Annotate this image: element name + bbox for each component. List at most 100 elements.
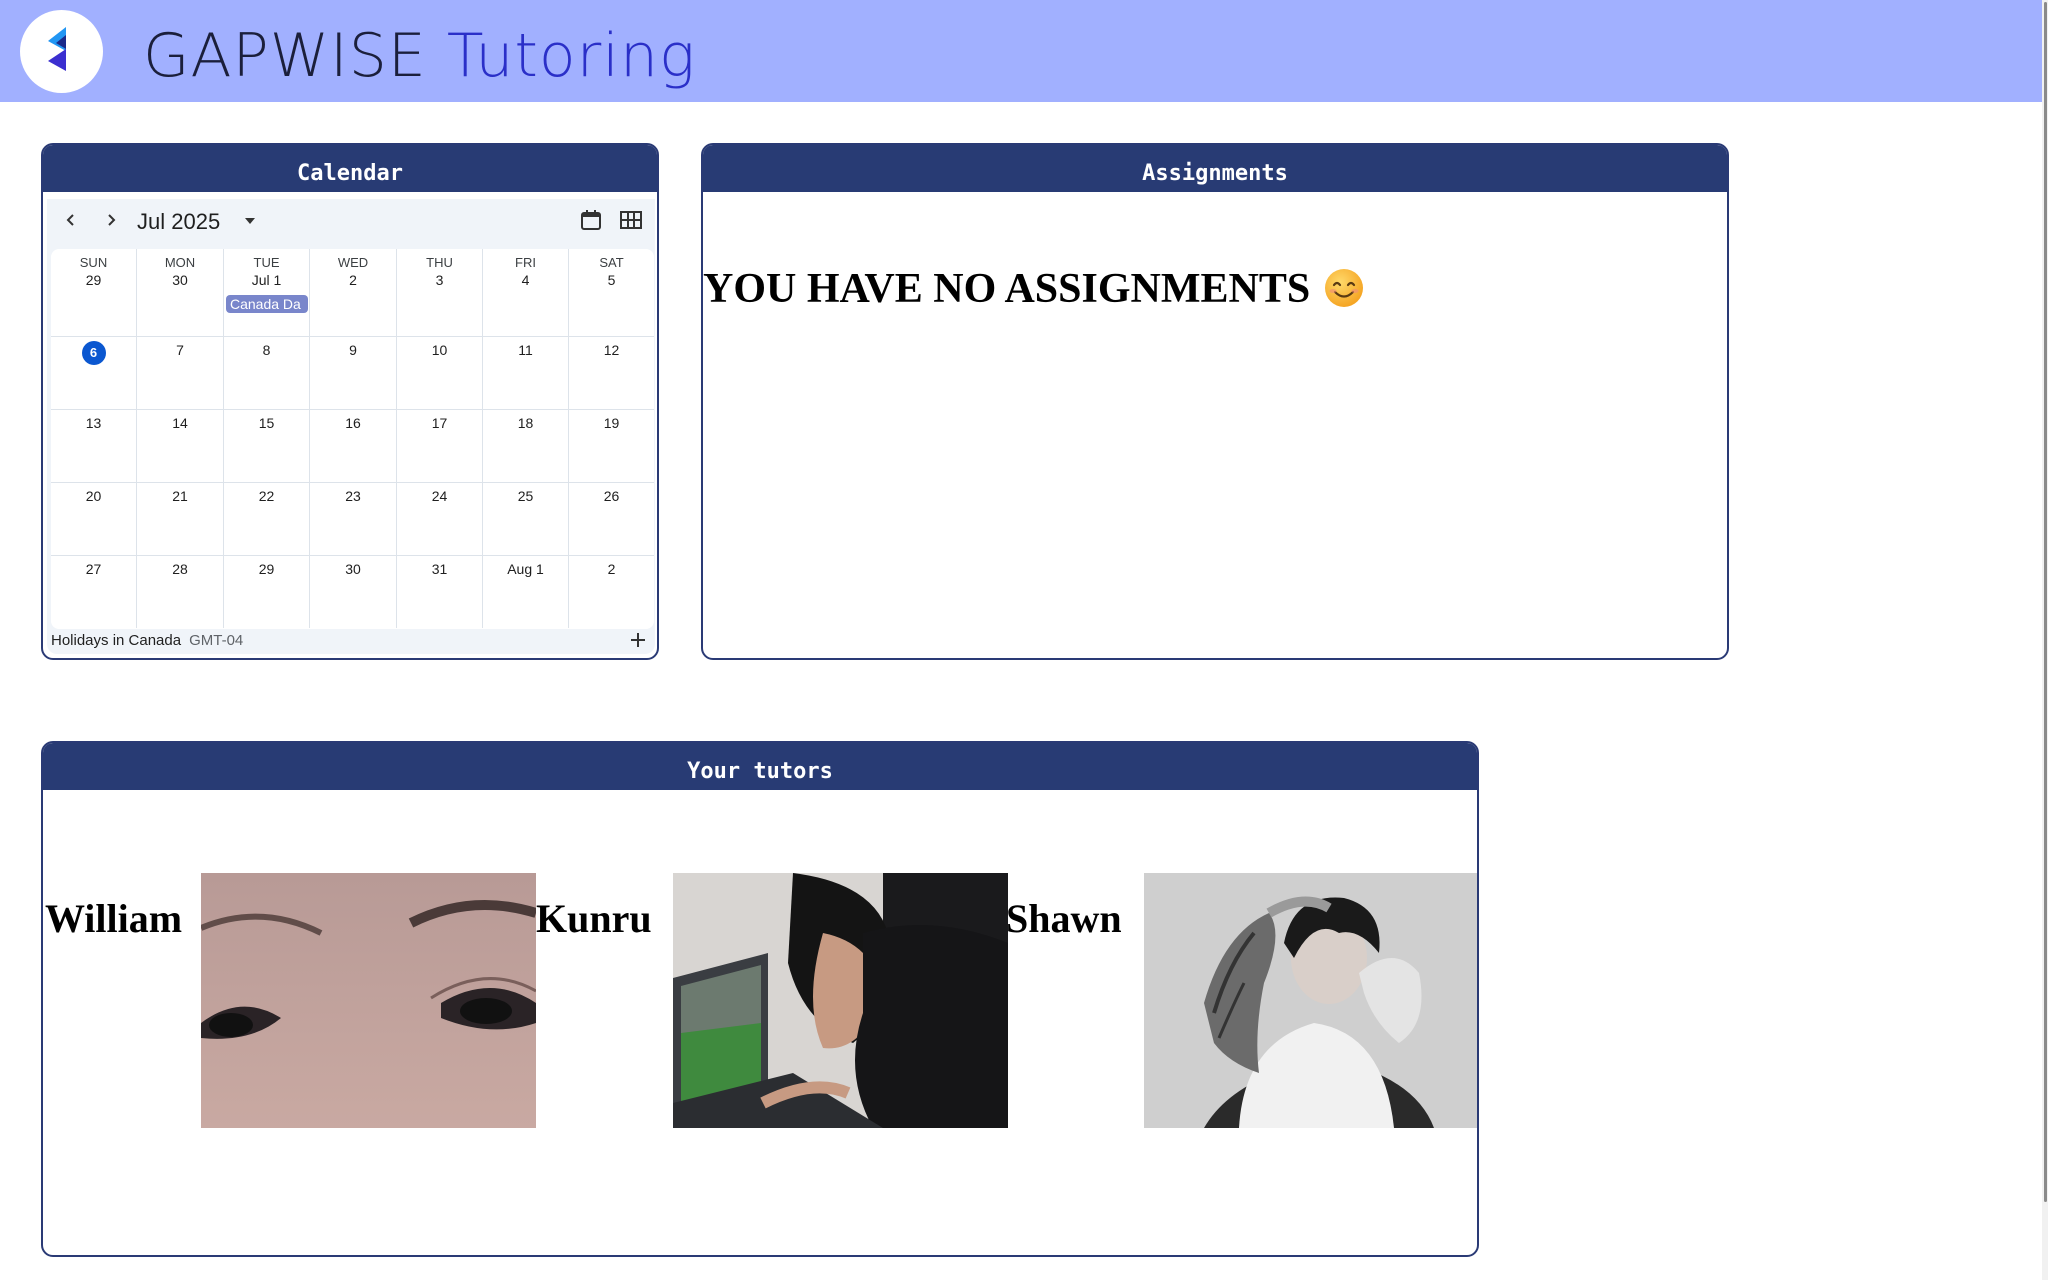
day-cell[interactable]: 7: [137, 337, 224, 410]
day-cell[interactable]: 24: [397, 483, 483, 556]
month-grid-view-button[interactable]: [620, 209, 646, 235]
weekday-label: MON: [164, 255, 196, 270]
day-cell[interactable]: FRI 4: [483, 249, 569, 337]
weekday-label: TUE: [253, 255, 280, 270]
day-cell[interactable]: SAT 5: [569, 249, 654, 337]
month-grid: SUN 29 MON 30 TUE Jul 1 Canada Da WED 2 …: [51, 249, 654, 629]
logo[interactable]: [20, 10, 103, 93]
day-cell[interactable]: THU 3: [397, 249, 483, 337]
brand-word-2: Tutoring: [446, 21, 696, 91]
day-cell[interactable]: TUE Jul 1 Canada Da: [224, 249, 310, 337]
calendar-panel-title: Calendar: [43, 145, 657, 192]
day-number: 19: [603, 415, 620, 431]
page-scrollbar[interactable]: [2042, 0, 2048, 1280]
grid-icon: [620, 211, 642, 229]
tutor-name: Kunru: [536, 896, 652, 941]
calendar-view-button[interactable]: [580, 209, 606, 235]
day-cell[interactable]: 28: [137, 556, 224, 628]
day-cell[interactable]: 13: [51, 410, 137, 483]
timezone-label: GMT-04: [189, 632, 244, 649]
tutor-photo[interactable]: [673, 873, 1008, 1128]
day-cell[interactable]: 8: [224, 337, 310, 410]
day-cell[interactable]: SUN 29: [51, 249, 137, 337]
tutor-name: Shawn: [1006, 896, 1122, 941]
day-cell[interactable]: 23: [310, 483, 397, 556]
day-cell[interactable]: 30: [310, 556, 397, 628]
no-assignments-message: YOU HAVE NO ASSIGNMENTS: [703, 265, 1364, 313]
weekday-label: WED: [337, 255, 369, 270]
add-calendar-button[interactable]: [629, 627, 647, 653]
day-cell[interactable]: 6: [51, 337, 137, 410]
day-cell[interactable]: 12: [569, 337, 654, 410]
day-number: 10: [431, 342, 448, 358]
day-number: 9: [349, 342, 357, 358]
day-number: 7: [176, 342, 184, 358]
month-selector[interactable]: Jul 2025: [137, 207, 220, 237]
day-cell[interactable]: 21: [137, 483, 224, 556]
day-cell[interactable]: 14: [137, 410, 224, 483]
tutors-panel-title: Your tutors: [43, 743, 1477, 790]
tutors-panel: Your tutors William Kunru Shawn: [41, 741, 1479, 1257]
day-cell[interactable]: 22: [224, 483, 310, 556]
day-cell[interactable]: 16: [310, 410, 397, 483]
day-cell[interactable]: 31: [397, 556, 483, 628]
day-number: 30: [345, 561, 361, 577]
day-number: 15: [258, 415, 275, 431]
day-number: 16: [345, 415, 361, 431]
day-cell[interactable]: 18: [483, 410, 569, 483]
day-number: 26: [603, 488, 620, 504]
tutor-photo[interactable]: [1144, 873, 1477, 1128]
day-number: 2: [607, 561, 616, 577]
day-cell[interactable]: 27: [51, 556, 137, 628]
weekday-label: SUN: [79, 255, 108, 270]
day-cell[interactable]: 17: [397, 410, 483, 483]
assignments-panel-title: Assignments: [703, 145, 1727, 192]
day-cell[interactable]: 25: [483, 483, 569, 556]
tutor-photo[interactable]: [201, 873, 536, 1128]
day-cell[interactable]: 26: [569, 483, 654, 556]
day-number: 12: [603, 342, 620, 358]
tutor-photo-image: [201, 873, 536, 1128]
calendar-toolbar: Jul 2025: [47, 199, 655, 245]
day-number: 28: [172, 561, 188, 577]
scrollbar-thumb[interactable]: [2044, 2, 2047, 1202]
day-number: 18: [517, 415, 534, 431]
caret-down-icon[interactable]: [245, 218, 255, 224]
day-number: 22: [258, 488, 275, 504]
day-number: 27: [85, 561, 102, 577]
day-number: 21: [172, 488, 188, 504]
day-cell[interactable]: 29: [224, 556, 310, 628]
next-month-button[interactable]: [97, 207, 125, 235]
tutor-photo-image: [673, 873, 1008, 1128]
brand-title: GAPWISE Tutoring: [143, 16, 696, 96]
top-bar: GAPWISE Tutoring: [0, 0, 2048, 102]
day-cell[interactable]: 9: [310, 337, 397, 410]
calendar-icon: [581, 210, 601, 230]
weekday-label: THU: [426, 255, 453, 270]
assignments-panel: Assignments YOU HAVE NO ASSIGNMENTS: [701, 143, 1729, 660]
chevron-left-icon: [66, 214, 74, 226]
weekday-label: FRI: [515, 255, 536, 270]
day-number: 29: [258, 561, 275, 577]
day-cell[interactable]: 19: [569, 410, 654, 483]
day-number: 24: [431, 488, 448, 504]
today-marker: 6: [81, 341, 106, 365]
day-cell[interactable]: MON 30: [137, 249, 224, 337]
day-number: 8: [262, 342, 271, 358]
day-cell[interactable]: 2: [569, 556, 654, 628]
event-chip[interactable]: Canada Da: [226, 295, 308, 313]
tutor-name: William: [45, 896, 183, 941]
calendar-panel: Calendar Jul 2025 SUN 29 MON 30 TUE Jul …: [41, 143, 659, 660]
day-cell[interactable]: 11: [483, 337, 569, 410]
day-cell[interactable]: 10: [397, 337, 483, 410]
day-number: Jul 1: [251, 272, 282, 288]
day-cell[interactable]: 20: [51, 483, 137, 556]
plus-icon: [631, 633, 645, 647]
prev-month-button[interactable]: [57, 207, 85, 235]
day-cell[interactable]: WED 2: [310, 249, 397, 337]
day-cell[interactable]: 15: [224, 410, 310, 483]
day-number: 5: [607, 272, 616, 288]
day-cell[interactable]: Aug 1: [483, 556, 569, 628]
day-number: 3: [435, 272, 444, 288]
calendar-footer: Holidays in Canada GMT-04: [47, 627, 655, 655]
